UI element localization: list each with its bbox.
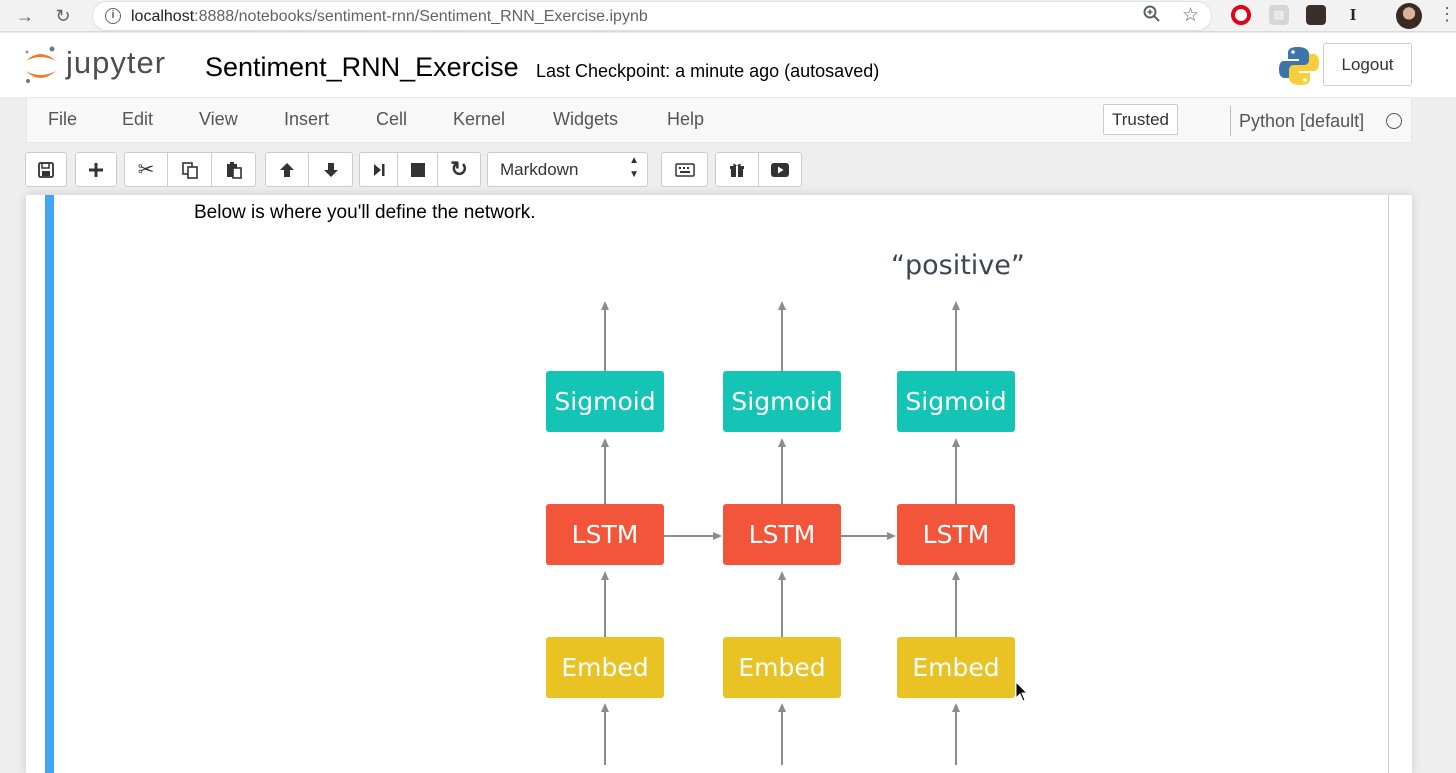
select-arrows-icon: ▲ ▼ [629, 155, 639, 180]
arrow-up-icon [280, 162, 294, 177]
copy-button[interactable] [167, 152, 212, 187]
paste-icon [226, 161, 242, 179]
move-up-button[interactable] [265, 152, 309, 187]
jupyter-logo[interactable]: jupyter [22, 43, 192, 87]
keyboard-icon [674, 162, 695, 177]
restart-kernel-button[interactable]: ↻ [437, 152, 481, 187]
menu-kernel[interactable]: Kernel [453, 109, 505, 130]
menu-file[interactable]: File [48, 109, 77, 130]
instapaper-extension-icon[interactable]: I [1343, 5, 1363, 25]
bookmark-star-icon[interactable]: ☆ [1182, 4, 1199, 27]
menu-help[interactable]: Help [667, 109, 704, 130]
save-button[interactable] [25, 152, 67, 187]
rnn-diagram: “positive” Sigmoid Sigmoid Sigmoid LSTM … [26, 195, 1412, 773]
stop-icon [410, 162, 425, 177]
lstm-node-3: LSTM [897, 504, 1015, 565]
url-text[interactable]: localhost:8888/notebooks/sentiment-rnn/S… [131, 8, 648, 26]
copy-icon [181, 161, 198, 179]
plus-icon [89, 162, 103, 177]
sigmoid-node-3: Sigmoid [897, 371, 1015, 432]
step-forward-icon [373, 163, 384, 176]
python-logo-icon [1278, 45, 1320, 87]
refresh-icon: ↻ [450, 158, 468, 181]
scissors-icon: ✂ [137, 159, 155, 181]
lstm-node-1: LSTM [546, 504, 664, 565]
separator [1230, 106, 1231, 136]
forward-arrow-icon[interactable]: → [12, 3, 38, 29]
profile-avatar[interactable] [1396, 3, 1422, 29]
sigmoid-node-2: Sigmoid [723, 371, 841, 432]
interrupt-kernel-button[interactable] [397, 152, 438, 187]
command-palette-button[interactable] [661, 152, 708, 187]
menu-widgets[interactable]: Widgets [553, 109, 618, 130]
menu-insert[interactable]: Insert [284, 109, 329, 130]
menu-edit[interactable]: Edit [122, 109, 153, 130]
kernel-name[interactable]: Python [default] [1239, 111, 1364, 132]
menubar: File Edit View Insert Cell Kernel Widget… [26, 97, 1412, 143]
kernel-idle-indicator-icon [1386, 113, 1402, 129]
zoom-icon[interactable] [1143, 5, 1161, 28]
notebook-name[interactable]: Sentiment_RNN_Exercise [205, 52, 519, 83]
output-label: “positive” [891, 250, 1025, 281]
sigmoid-node-1: Sigmoid [546, 371, 664, 432]
toolbar: ✂ ↻ Markdown ▲ ▼ [0, 143, 1456, 195]
cell-type-value: Markdown [500, 160, 579, 179]
jupyter-logo-icon [25, 46, 56, 83]
logout-button[interactable]: Logout [1323, 43, 1412, 86]
gift-button[interactable] [715, 152, 759, 187]
cut-button[interactable]: ✂ [124, 152, 168, 187]
extension-icon[interactable]: ▤ [1269, 5, 1289, 25]
extension-icon[interactable] [1306, 5, 1326, 25]
jupyter-header: jupyter Sentiment_RNN_Exercise Last Chec… [0, 33, 1456, 97]
trusted-button[interactable]: Trusted [1103, 104, 1178, 135]
floppy-disk-icon [38, 161, 54, 178]
reload-icon[interactable]: ↻ [50, 3, 76, 29]
browser-menu-icon[interactable]: ⋮ [1438, 4, 1456, 25]
youtube-play-icon [771, 162, 789, 177]
insert-cell-button[interactable] [75, 152, 117, 187]
menu-view[interactable]: View [199, 109, 238, 130]
lstm-node-2: LSTM [723, 504, 841, 565]
diagram-arrows [601, 301, 960, 765]
move-down-button[interactable] [308, 152, 353, 187]
run-button[interactable] [359, 152, 398, 187]
opera-extension-icon[interactable] [1231, 5, 1251, 25]
jupyter-logo-text: jupyter [66, 45, 167, 80]
cell-type-select[interactable]: Markdown ▲ ▼ [487, 152, 648, 187]
mouse-cursor-icon [1015, 681, 1029, 702]
arrow-down-icon [323, 162, 338, 177]
embed-node-1: Embed [546, 637, 664, 698]
embed-node-2: Embed [723, 637, 841, 698]
info-icon[interactable]: i [105, 8, 121, 24]
embed-node-3: Embed [897, 637, 1015, 698]
gift-icon [730, 163, 744, 177]
notebook-container: Below is where you'll define the network… [26, 195, 1412, 773]
address-bar[interactable]: i localhost:8888/notebooks/sentiment-rnn… [92, 1, 1212, 31]
paste-button[interactable] [211, 152, 256, 187]
browser-chrome: → ↻ i localhost:8888/notebooks/sentiment… [0, 0, 1456, 32]
video-button[interactable] [758, 152, 802, 187]
checkpoint-status: Last Checkpoint: a minute ago (autosaved… [536, 61, 880, 81]
menu-cell[interactable]: Cell [376, 109, 407, 130]
